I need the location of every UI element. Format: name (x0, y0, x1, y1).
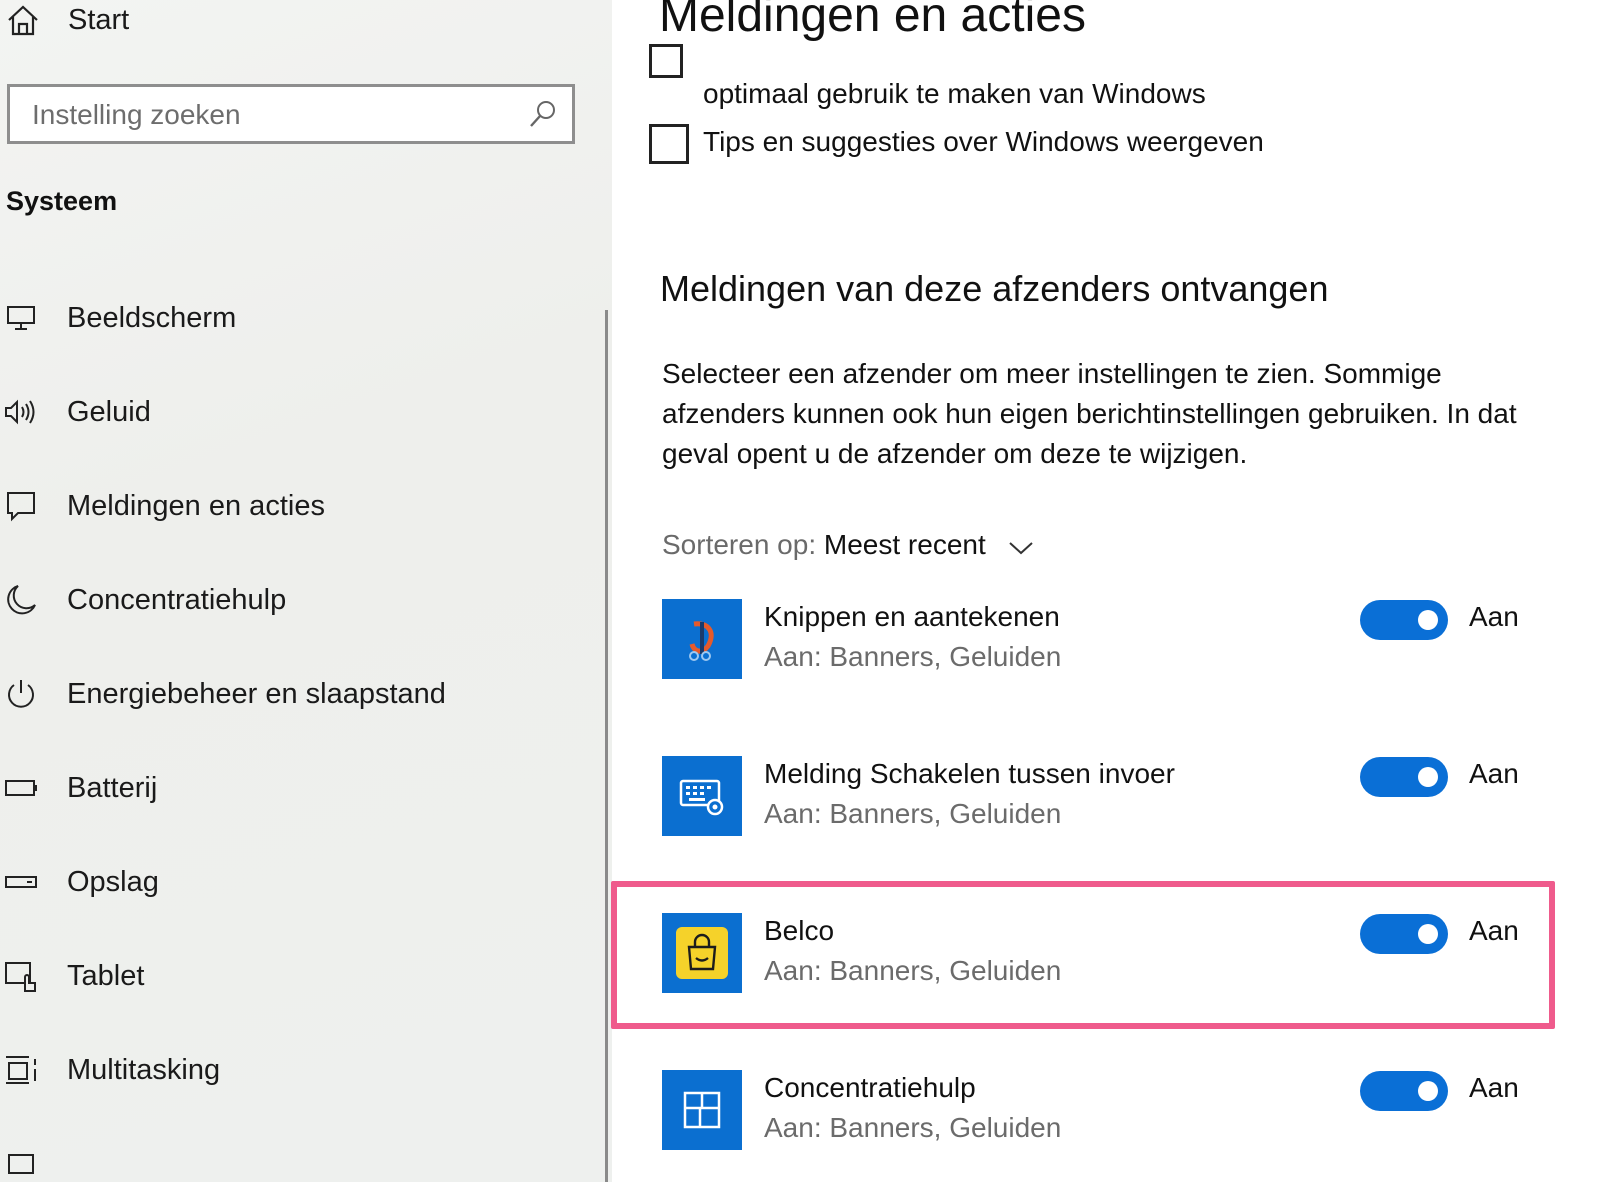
sidebar-item-meldingen[interactable]: Meldingen en acties (0, 482, 600, 532)
sidebar-item-label: Opslag (67, 866, 159, 898)
notification-toggle[interactable] (1360, 1071, 1448, 1111)
sidebar-item-tablet[interactable]: Tablet (0, 952, 600, 1002)
power-icon (3, 676, 39, 712)
shopping-bag-icon (662, 913, 742, 993)
sidebar-item-label: Geluid (67, 396, 151, 428)
tips-checkbox[interactable] (649, 124, 689, 164)
sender-row-belco[interactable]: Belco Aan: Banners, Geluiden Aan (612, 913, 1600, 1033)
sender-name: Melding Schakelen tussen invoer (764, 758, 1175, 789)
sidebar-scrollbar[interactable] (605, 310, 608, 1182)
sender-name: Concentratiehulp (764, 1072, 976, 1103)
tablet-icon (3, 958, 39, 994)
sender-detail: Aan: Banners, Geluiden (764, 641, 1062, 672)
sidebar-item-beeldscherm[interactable]: Beeldscherm (0, 294, 600, 344)
keyboard-settings-icon (662, 756, 742, 836)
moon-icon (3, 582, 39, 618)
sidebar-item-label: Meldingen en acties (67, 490, 325, 522)
checkbox-label: Tips en suggesties over Windows weergeve… (703, 126, 1264, 157)
sender-detail: Aan: Banners, Geluiden (764, 798, 1062, 829)
sender-row-knippen[interactable]: Knippen en aantekenen Aan: Banners, Gelu… (612, 599, 1600, 719)
search-placeholder: Instelling zoeken (32, 99, 241, 130)
search-icon[interactable] (528, 99, 558, 129)
toggle-knob (1418, 924, 1438, 944)
checkbox-label: optimaal gebruik te maken van Windows (703, 78, 1206, 109)
sidebar-item-concentratiehulp[interactable]: Concentratiehulp (0, 576, 600, 626)
sidebar-item-cutoff[interactable] (0, 1140, 600, 1182)
toggle-state-label: Aan (1469, 601, 1519, 632)
checkbox-row-tips[interactable]: Tips en suggesties over Windows weergeve… (612, 120, 1512, 170)
monitor-icon (3, 300, 39, 336)
sidebar-item-geluid[interactable]: Geluid (0, 388, 600, 438)
toggle-state-label: Aan (1469, 1072, 1519, 1103)
notification-toggle[interactable] (1360, 600, 1448, 640)
settings-search-input[interactable]: Instelling zoeken (7, 84, 575, 144)
home-icon (6, 4, 42, 38)
sort-label: Sorteren op: (662, 529, 817, 560)
sidebar-item-label: Energiebeheer en slaapstand (67, 678, 446, 710)
toggle-state-label: Aan (1469, 758, 1519, 789)
senders-heading: Meldingen van deze afzenders ontvangen (660, 268, 1329, 309)
sender-detail: Aan: Banners, Geluiden (764, 1112, 1062, 1143)
battery-icon (3, 770, 39, 806)
notification-toggle[interactable] (1360, 914, 1448, 954)
sort-value: Meest recent (823, 529, 986, 560)
storage-icon (3, 864, 39, 900)
sidebar-item-label: Concentratiehulp (67, 584, 287, 616)
sort-dropdown[interactable]: Sorteren op: Meest recent (662, 529, 1034, 563)
sender-name: Belco (764, 915, 835, 946)
page-title: Meldingen en acties (659, 0, 1086, 42)
sidebar-item-label: Multitasking (67, 1054, 221, 1086)
sidebar-item-opslag[interactable]: Opslag (0, 858, 600, 908)
toggle-knob (1418, 610, 1438, 630)
sender-name: Knippen en aantekenen (764, 601, 1060, 632)
home-nav-item[interactable]: Start (0, 0, 600, 44)
snip-sketch-icon (662, 599, 742, 679)
sidebar-item-cutoff-icon (8, 1154, 34, 1174)
multitasking-icon (3, 1052, 39, 1088)
sidebar-item-label: Tablet (67, 960, 145, 992)
sender-row-invoer[interactable]: Melding Schakelen tussen invoer Aan: Ban… (612, 756, 1600, 876)
toggle-state-label: Aan (1469, 915, 1519, 946)
sender-detail: Aan: Banners, Geluiden (764, 955, 1062, 986)
home-label: Start (68, 4, 130, 36)
toggle-knob (1418, 1081, 1438, 1101)
sidebar-section-heading: Systeem (6, 186, 118, 216)
sidebar-item-batterij[interactable]: Batterij (0, 764, 600, 814)
notification-icon (3, 488, 39, 524)
checkbox-row-windows-usage[interactable]: optimaal gebruik te maken van Windows (612, 44, 1512, 116)
focus-assist-icon (662, 1070, 742, 1150)
speaker-icon (3, 394, 39, 430)
sidebar-item-label: Beeldscherm (67, 302, 237, 334)
notification-toggle[interactable] (1360, 757, 1448, 797)
sidebar-item-energiebeheer[interactable]: Energiebeheer en slaapstand (0, 670, 600, 720)
windows-usage-checkbox[interactable] (649, 44, 683, 78)
senders-description: Selecteer een afzender om meer instellin… (662, 358, 1517, 469)
main-content: Meldingen en acties optimaal gebruik te … (611, 0, 1600, 1182)
settings-sidebar: Start Instelling zoeken Systeem Beeldsch… (0, 0, 612, 1182)
toggle-knob (1418, 767, 1438, 787)
sender-row-concentratiehulp[interactable]: Concentratiehulp Aan: Banners, Geluiden … (612, 1070, 1600, 1190)
chevron-down-icon (1008, 531, 1034, 563)
sidebar-item-multitasking[interactable]: Multitasking (0, 1046, 600, 1096)
sidebar-item-label: Batterij (67, 772, 158, 804)
